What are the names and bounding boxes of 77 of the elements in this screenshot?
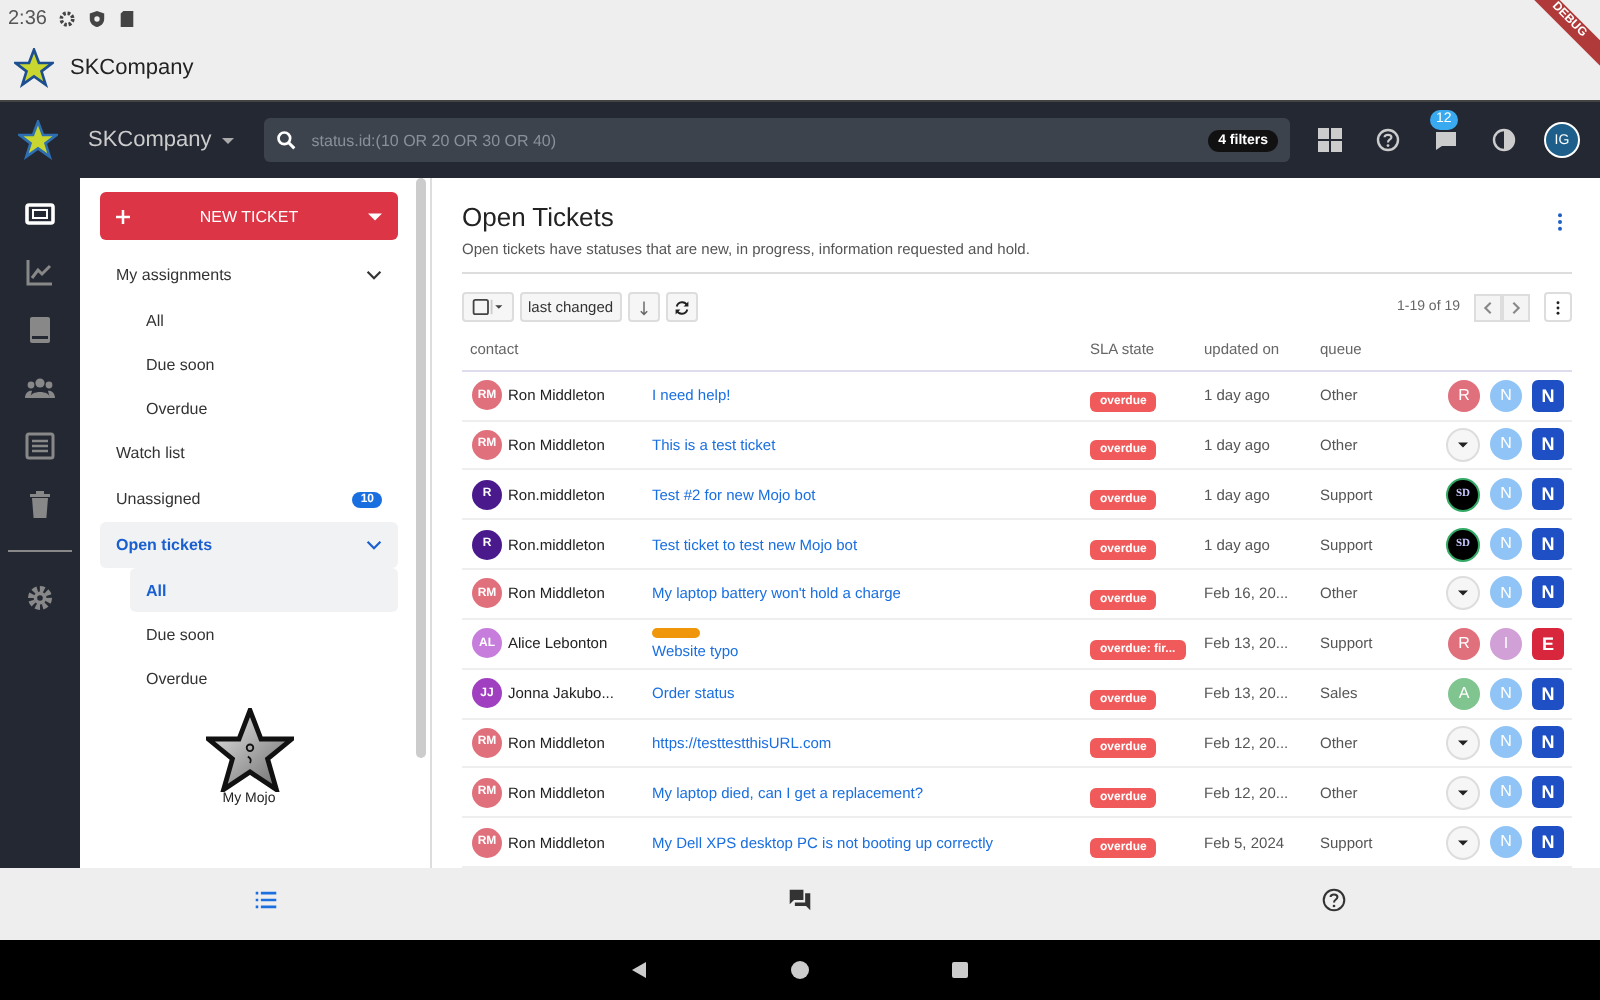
caret-icon: [1458, 839, 1468, 846]
priority-badge[interactable]: N: [1532, 825, 1564, 858]
nav-subitem[interactable]: Due soon: [130, 612, 398, 656]
caret-icon: [221, 137, 234, 143]
priority-badge[interactable]: N: [1532, 427, 1564, 460]
back-icon[interactable]: [630, 960, 650, 980]
contrast-icon[interactable]: [1492, 128, 1516, 152]
caret-icon[interactable]: [368, 209, 382, 223]
shield-icon: [88, 9, 107, 27]
star-logo-icon: [14, 48, 54, 88]
chat-icon[interactable]: [1434, 128, 1458, 152]
nav-item[interactable]: Watch list: [100, 430, 398, 476]
assignee-avatar[interactable]: R: [1448, 379, 1480, 412]
book-icon[interactable]: [24, 314, 56, 346]
next-page-button[interactable]: [1502, 293, 1530, 322]
nav-subitem[interactable]: Overdue: [130, 386, 398, 430]
refresh-icon: [673, 299, 690, 316]
gear-icon: [58, 9, 77, 27]
app-title: SKCompany: [70, 56, 194, 80]
home-icon[interactable]: [790, 960, 810, 980]
page-title: Open Tickets: [462, 202, 616, 232]
priority-badge[interactable]: N: [1532, 379, 1564, 412]
nav-subitem[interactable]: All: [130, 298, 398, 342]
assignee-dropdown[interactable]: [1446, 576, 1480, 611]
assignee-dropdown[interactable]: [1446, 427, 1480, 462]
assignee-dropdown[interactable]: [1446, 725, 1480, 760]
list-icon[interactable]: [254, 888, 279, 912]
star-mascot-icon: [205, 708, 293, 792]
caret-icon: [1458, 789, 1468, 796]
chart-icon[interactable]: [24, 256, 56, 288]
search-icon: [275, 130, 296, 150]
chevron-icon: [366, 270, 382, 280]
caret-icon: [1458, 739, 1468, 746]
previous-page-button[interactable]: [1474, 293, 1502, 322]
sd-card-icon: [118, 9, 137, 27]
caret-icon: [1458, 441, 1468, 448]
caret-icon: [1458, 590, 1468, 597]
nav-subitem[interactable]: Due soon: [130, 342, 398, 386]
help-icon[interactable]: [1321, 888, 1346, 912]
list-icon[interactable]: [24, 430, 56, 462]
chevron-icon: [366, 540, 382, 550]
trash-icon[interactable]: [24, 488, 56, 520]
assignee-dropdown[interactable]: [1446, 775, 1480, 810]
priority-badge[interactable]: N: [1532, 725, 1564, 758]
more-menu-button[interactable]: [1544, 292, 1572, 323]
company-dropdown[interactable]: SKCompany: [80, 128, 242, 152]
scrollbar[interactable]: [416, 178, 426, 758]
plus-icon: [116, 209, 130, 223]
more-icon: [1552, 299, 1564, 316]
priority-badge[interactable]: N: [1532, 576, 1564, 609]
new-ticket-button[interactable]: NEW TICKET: [100, 192, 398, 240]
settings-icon[interactable]: [24, 582, 56, 614]
recents-icon[interactable]: [950, 960, 970, 980]
refresh-button[interactable]: [665, 292, 698, 323]
select-all-dropdown[interactable]: [462, 292, 514, 323]
priority-badge[interactable]: N: [1532, 477, 1564, 510]
nav-item[interactable]: Open tickets: [100, 522, 398, 568]
more-icon[interactable]: [1556, 212, 1564, 232]
chevron-right-icon: [1508, 299, 1524, 316]
priority-badge[interactable]: N: [1532, 775, 1564, 808]
chat-icon[interactable]: [787, 888, 812, 912]
nav-subitem[interactable]: Overdue: [130, 656, 398, 700]
priority-badge[interactable]: N: [1532, 677, 1564, 710]
priority-badge[interactable]: E: [1532, 627, 1564, 660]
arrow-down-icon: [635, 299, 652, 316]
nav-subitem[interactable]: All: [130, 568, 398, 612]
assignee-dropdown[interactable]: [1446, 825, 1480, 860]
star-logo-icon: [18, 120, 58, 160]
assignee-avatar[interactable]: R: [1448, 627, 1480, 660]
priority-badge[interactable]: N: [1532, 527, 1564, 560]
people-icon[interactable]: [24, 372, 56, 404]
nav-item[interactable]: My assignments: [100, 252, 398, 298]
grid-icon[interactable]: [1318, 128, 1342, 152]
chevron-left-icon: [1480, 299, 1496, 316]
status-time: 2:36: [8, 7, 47, 29]
ticket-icon[interactable]: [24, 198, 56, 230]
checkbox-caret-icon: [470, 298, 506, 317]
